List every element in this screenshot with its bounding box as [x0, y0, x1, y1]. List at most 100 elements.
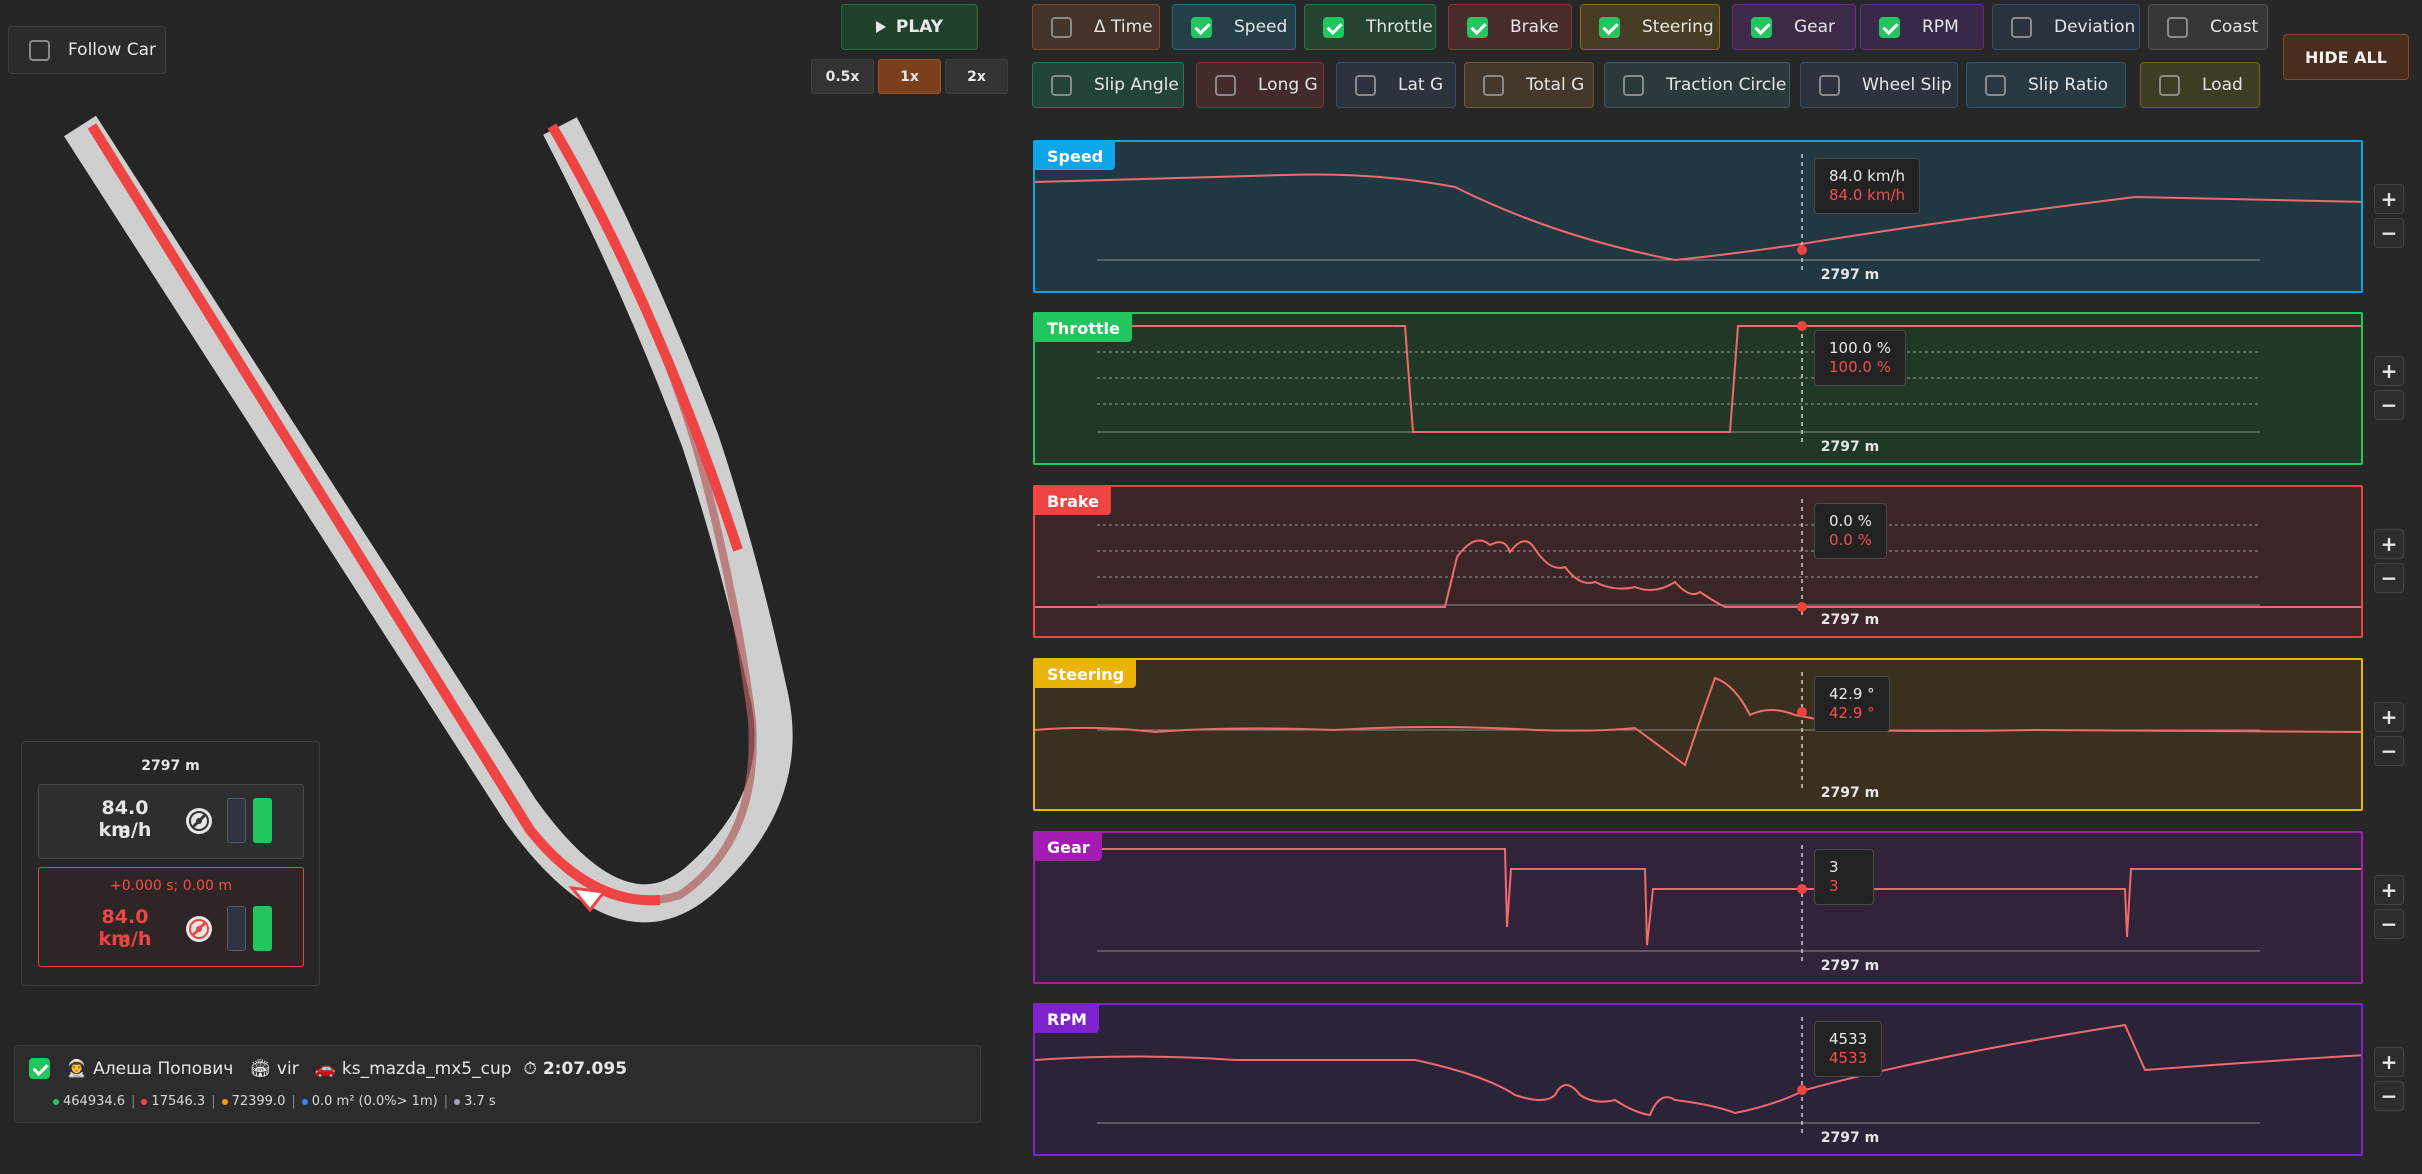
channel-toggle-traction-circle[interactable]: Traction Circle	[1604, 62, 1790, 108]
channel-toggle-speed[interactable]: Speed	[1172, 4, 1296, 50]
channel-checkbox[interactable]	[1051, 16, 1072, 38]
driver-name: Алеша Попович	[93, 1058, 234, 1079]
channel-checkbox[interactable]	[2167, 16, 2188, 38]
throttle-zoom-out-button[interactable]: −	[2374, 390, 2404, 420]
steering-value-a: 42.9 °	[1829, 685, 1875, 703]
brake-chart	[1035, 499, 2361, 619]
channel-checkbox[interactable]	[1751, 16, 1772, 38]
rpm-value-b: 4533	[1829, 1049, 1868, 1067]
channel-toggle-slip-ratio[interactable]: Slip Ratio	[1966, 62, 2126, 108]
channel-label: Load	[2202, 75, 2243, 95]
channel-checkbox[interactable]	[1879, 16, 1900, 38]
stat-dot-icon	[454, 1098, 461, 1105]
channel-checkbox[interactable]	[1355, 74, 1376, 96]
speed-0.5x-button[interactable]: 0.5x	[811, 59, 874, 94]
track-map-canvas[interactable]	[0, 0, 1000, 1174]
driver-icon: 👨‍🚀	[66, 1058, 88, 1079]
panel-gear[interactable]: Gear 3 3 2797 m	[1033, 831, 2363, 984]
gear-chart	[1035, 845, 2361, 965]
channel-toggle-gear[interactable]: Gear	[1732, 4, 1856, 50]
stat-value: 3.7 s	[464, 1094, 496, 1109]
track-map[interactable]: Follow Car 2797 m 84.0 km/h 3 +0.000 s; …	[0, 0, 1000, 1174]
brake-tooltip: 0.0 % 0.0 %	[1814, 503, 1887, 559]
channel-toggle-long-g[interactable]: Long G	[1196, 62, 1324, 108]
throttle-tooltip: 100.0 % 100.0 %	[1814, 330, 1906, 386]
rpm-distance: 2797 m	[1820, 1130, 1880, 1146]
channel-toggle-load[interactable]: Load	[2140, 62, 2260, 108]
steering-zoom-in-button[interactable]: +	[2374, 702, 2404, 732]
rpm-zoom-in-button[interactable]: +	[2374, 1047, 2404, 1077]
channel-checkbox[interactable]	[1819, 74, 1840, 96]
hide-all-button[interactable]: HIDE ALL	[2283, 34, 2409, 80]
channel-checkbox[interactable]	[1623, 74, 1644, 96]
channel-toggle-rpm[interactable]: RPM	[1860, 4, 1984, 50]
channel-checkbox[interactable]	[1985, 74, 2006, 96]
channel-checkbox[interactable]	[2011, 16, 2032, 38]
channel-checkbox[interactable]	[1599, 16, 1620, 38]
car-b-throttle-bar	[253, 906, 272, 951]
rpm-zoom-out-button[interactable]: −	[2374, 1081, 2404, 1111]
channel-checkbox[interactable]	[2159, 74, 2180, 96]
speed-2x-button[interactable]: 2x	[945, 59, 1008, 94]
channel-checkbox[interactable]	[1323, 16, 1344, 38]
play-icon	[875, 21, 886, 33]
speed-value-a: 84.0 km/h	[1829, 167, 1906, 185]
channel-toggle-brake[interactable]: Brake	[1448, 4, 1572, 50]
throttle-zoom-in-button[interactable]: +	[2374, 356, 2404, 386]
channel-toggle-slip-angle[interactable]: Slip Angle	[1032, 62, 1184, 108]
session-stats: 464934.6 | 17546.3 | 72399.0 | 0.0 m² (0.0%> 1…	[53, 1094, 496, 1109]
speed-label: 0.5x	[825, 68, 860, 85]
steering-value-b: 42.9 °	[1829, 704, 1875, 722]
session-visible-checkbox[interactable]	[29, 1058, 50, 1079]
channel-toggle-throttle[interactable]: Throttle	[1304, 4, 1436, 50]
car-icon: 🚗	[314, 1058, 336, 1079]
throttle-trace	[1035, 325, 2361, 433]
channel-checkbox[interactable]	[1467, 16, 1488, 38]
panel-speed[interactable]: Speed 84.0 km/h 84.0 km/h 2797 m	[1033, 140, 2363, 293]
channel-toggle-lat-g[interactable]: Lat G	[1336, 62, 1456, 108]
stat-dot-icon	[141, 1098, 148, 1105]
channel-toggle-steering[interactable]: Steering	[1580, 4, 1720, 50]
channel-checkbox[interactable]	[1191, 16, 1212, 38]
channel-toggle-deviation[interactable]: Deviation	[1992, 4, 2140, 50]
panel-throttle[interactable]: Throttle 100.0 % 100.0 % 2797 m	[1033, 312, 2363, 465]
follow-car-checkbox[interactable]	[29, 39, 50, 61]
panel-steering[interactable]: Steering 42.9 ° 42.9 ° 2797 m	[1033, 658, 2363, 811]
session-row[interactable]: 👨‍🚀 Алеша Попович 🏟 vir 🚗 ks_mazda_mx5_c…	[14, 1045, 981, 1123]
gear-zoom-in-button[interactable]: +	[2374, 875, 2404, 905]
channel-label: Lat G	[1398, 75, 1444, 95]
channel-label: Coast	[2210, 17, 2259, 37]
follow-car-toggle[interactable]: Follow Car	[8, 26, 166, 74]
rpm-tooltip: 4533 4533	[1814, 1021, 1883, 1077]
channel-toggle-coast[interactable]: Coast	[2148, 4, 2268, 50]
speed-1x-button[interactable]: 1x	[878, 59, 941, 94]
gear-title: Gear	[1035, 833, 1102, 861]
panel-brake[interactable]: Brake 0.0 % 0.0 % 2797 m	[1033, 485, 2363, 638]
channel-toggle-wheel-slip[interactable]: Wheel Slip	[1800, 62, 1958, 108]
channel-label: Steering	[1642, 17, 1714, 37]
stat-separator: |	[291, 1094, 296, 1109]
rpm-trace	[1035, 1023, 2361, 1117]
steering-zoom-out-button[interactable]: −	[2374, 736, 2404, 766]
speed-tooltip: 84.0 km/h 84.0 km/h	[1814, 158, 1921, 214]
brake-value-a: 0.0 %	[1829, 512, 1872, 530]
speed-zoom-in-button[interactable]: +	[2374, 184, 2404, 214]
panel-rpm[interactable]: RPM 4533 4533 2797 m	[1033, 1003, 2363, 1156]
steering-chart	[1035, 672, 2361, 792]
gear-zoom-out-button[interactable]: −	[2374, 909, 2404, 939]
channel-label: Slip Ratio	[2028, 75, 2109, 95]
speed-zoom-out-button[interactable]: −	[2374, 218, 2404, 248]
channel-label: Δ Time	[1094, 17, 1153, 37]
brake-zoom-out-button[interactable]: −	[2374, 563, 2404, 593]
channel-checkbox[interactable]	[1051, 74, 1072, 96]
channel-checkbox[interactable]	[1483, 74, 1504, 96]
stat-separator: |	[131, 1094, 136, 1109]
play-button[interactable]: PLAY	[841, 4, 978, 50]
speed-chart	[1035, 154, 2361, 274]
channel-label: Long G	[1258, 75, 1318, 95]
channel-toggle-time[interactable]: Δ Time	[1032, 4, 1160, 50]
channel-toggle-total-g[interactable]: Total G	[1464, 62, 1594, 108]
track-icon: 🏟	[249, 1058, 271, 1079]
brake-zoom-in-button[interactable]: +	[2374, 529, 2404, 559]
channel-checkbox[interactable]	[1215, 74, 1236, 96]
